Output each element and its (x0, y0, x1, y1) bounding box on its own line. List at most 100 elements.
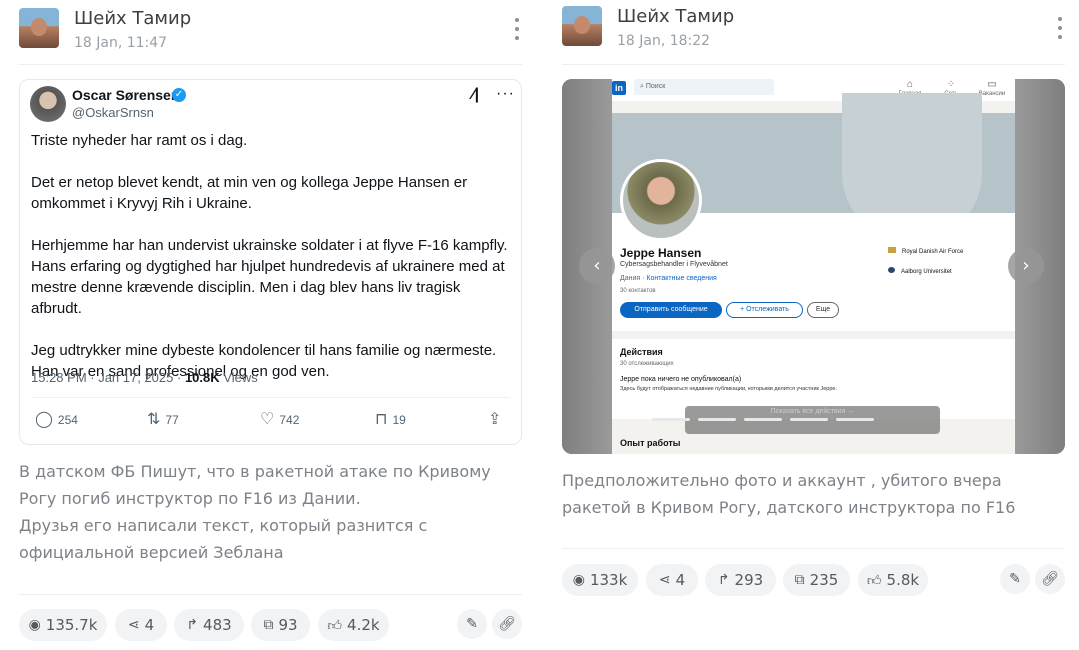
linkedin-screenshot: in ⌕ Поиск ⌂Главная ⁘Сеть ▭Вакансии Jepp… (612, 79, 1015, 454)
tweet-paragraph: Triste nyheder har ramt os i dag. (31, 132, 248, 149)
like-count: 742 (279, 413, 300, 427)
post-caption: В датском ФБ Пишут, что в ракетной атаке… (19, 458, 524, 566)
tweet-repost: ⇅ 77 (147, 412, 179, 428)
briefcase-icon: ▭ (987, 79, 997, 90)
org-university: Aalborg Universitet (888, 267, 952, 275)
message-button: Отправить сообщение (620, 302, 722, 318)
link-icon: 🔗︎ (1041, 571, 1059, 587)
author-name[interactable]: Шейх Тамир (74, 8, 191, 29)
forwards-count: 293 (734, 571, 764, 589)
post-date: 18 Jan, 18:22 (617, 33, 711, 49)
air-force-logo-icon (888, 247, 896, 253)
reactions-pill[interactable]: 👍︎ 4.2k (318, 609, 389, 641)
avatar[interactable] (19, 8, 59, 48)
tweet-time: 15:28 PM · Jan 17, 2025 · (31, 370, 185, 385)
reply-icon: ◯ (35, 411, 53, 428)
reactions-pill[interactable]: 👍︎ 5.8k (858, 564, 928, 596)
author-name[interactable]: Шейх Тамир (617, 6, 734, 27)
image-gallery[interactable]: in ⌕ Поиск ⌂Главная ⁘Сеть ▭Вакансии Jepp… (562, 79, 1065, 454)
post-header: Шейх Тамир 18 Jan, 18:22 (562, 6, 1072, 54)
tweet-views-label: Views (223, 370, 258, 385)
activity-none: Jeppe пока ничего не опубликовал(а) (620, 376, 742, 383)
tweet-reply: ◯ 254 (35, 412, 78, 428)
org-name: Aalborg Universitet (901, 269, 952, 275)
linkedin-search-placeholder: Поиск (645, 83, 666, 90)
reactions-count: 4.2k (347, 616, 380, 634)
link-button[interactable]: 🔗︎ (492, 609, 522, 639)
profile-connections: 30 контактов (620, 288, 656, 294)
post-stats: ◉ 135.7k ⋖ 4 ↱ 483 ⧉ 93 👍︎ 4.2k ✎ 🔗︎ (19, 609, 524, 641)
org-name: Royal Danish Air Force (902, 249, 964, 255)
share-nodes-icon: ⋖ (658, 572, 671, 588)
tweet-author-name: Oscar Sørensen (72, 87, 180, 103)
reactions-count: 5.8k (886, 571, 920, 589)
tweet-embed[interactable]: Oscar Sørensen ✓ @OskarSrnsn ⁄| ··· Tris… (19, 79, 522, 445)
chevron-right-icon[interactable]: › (1008, 248, 1044, 284)
linkedin-logo-icon: in (612, 81, 626, 95)
grok-icon: ⁄| (472, 86, 480, 103)
tweet-like: ♡ 742 (260, 412, 299, 428)
profile-location: Дания · Контактные сведения (620, 275, 717, 282)
share-icon: ⇪ (488, 411, 502, 428)
tweet-meta: 15:28 PM · Jan 17, 2025 · 10.8K Views (31, 370, 258, 385)
link-button[interactable]: 🔗︎ (1035, 564, 1065, 594)
chevron-left-icon[interactable]: ‹ (579, 248, 615, 284)
gallery-indicator (652, 418, 874, 421)
org-air-force: Royal Danish Air Force (888, 247, 963, 255)
shares-count: 4 (675, 571, 686, 589)
shares-pill[interactable]: ⋖ 4 (646, 564, 698, 596)
thumbs-up-icon: 👍︎ (327, 617, 343, 634)
location-text: Дания · (620, 275, 647, 282)
activity-followers: 30 отслеживающих (620, 361, 674, 367)
shares-pill[interactable]: ⋖ 4 (115, 609, 167, 641)
contact-info-link: Контактные сведения (646, 275, 717, 282)
tweet-views-count: 10.8K (184, 370, 220, 385)
reply-count: 254 (57, 413, 78, 427)
views-pill[interactable]: ◉ 135.7k (19, 609, 107, 641)
comments-count: 93 (278, 616, 298, 634)
forwards-count: 483 (203, 616, 232, 634)
university-logo-icon (888, 267, 895, 273)
thumbs-up-icon: 👍︎ (866, 572, 882, 589)
more-options-icon[interactable] (1057, 17, 1063, 39)
tweet-text: Triste nyheder har ramt os i dag. Det er… (31, 130, 511, 403)
more-options-icon[interactable] (514, 18, 520, 40)
divider (19, 64, 522, 65)
tweet-handle: @OskarSrnsn (72, 105, 154, 120)
repost-icon: ⇅ (147, 411, 161, 428)
link-icon: 🔗︎ (498, 616, 516, 632)
activity-title: Действия (620, 347, 663, 357)
tweet-share: ⇪ (488, 412, 501, 428)
repost-count: 77 (165, 413, 179, 427)
forward-icon: ↱ (717, 572, 730, 588)
verified-badge-icon: ✓ (172, 88, 186, 102)
share-nodes-icon: ⋖ (127, 617, 140, 633)
comments-icon: ⧉ (263, 617, 274, 633)
edit-button[interactable]: ✎ (1000, 564, 1030, 594)
post-header: Шейх Тамир 18 Jan, 11:47 (19, 8, 529, 56)
profile-photo (620, 159, 702, 241)
comments-pill[interactable]: ⧉ 235 (783, 564, 850, 596)
avatar[interactable] (562, 6, 602, 46)
comments-count: 235 (809, 571, 839, 589)
experience-title: Опыт работы (620, 438, 681, 448)
views-count: 133k (589, 571, 628, 589)
profile-name: Jeppe Hansen (620, 246, 702, 260)
comments-pill[interactable]: ⧉ 93 (251, 609, 310, 641)
divider (19, 594, 522, 595)
forwards-pill[interactable]: ↱ 483 (174, 609, 244, 641)
follow-button: + Отслеживать (726, 302, 803, 318)
forward-icon: ↱ (186, 617, 199, 633)
pencil-icon: ✎ (466, 616, 478, 632)
linkedin-search: ⌕ Поиск (634, 79, 774, 95)
bookmark-count: 19 (392, 413, 406, 427)
network-icon: ⁘ (946, 79, 956, 90)
post-date: 18 Jan, 11:47 (74, 35, 168, 51)
views-pill[interactable]: ◉ 133k (562, 564, 638, 596)
tweet-divider (31, 397, 510, 398)
eye-icon: ◉ (28, 617, 41, 633)
tweet-bookmark: ⊓ 19 (375, 412, 406, 428)
edit-button[interactable]: ✎ (457, 609, 487, 639)
more-button: Еще (807, 302, 839, 318)
forwards-pill[interactable]: ↱ 293 (705, 564, 776, 596)
